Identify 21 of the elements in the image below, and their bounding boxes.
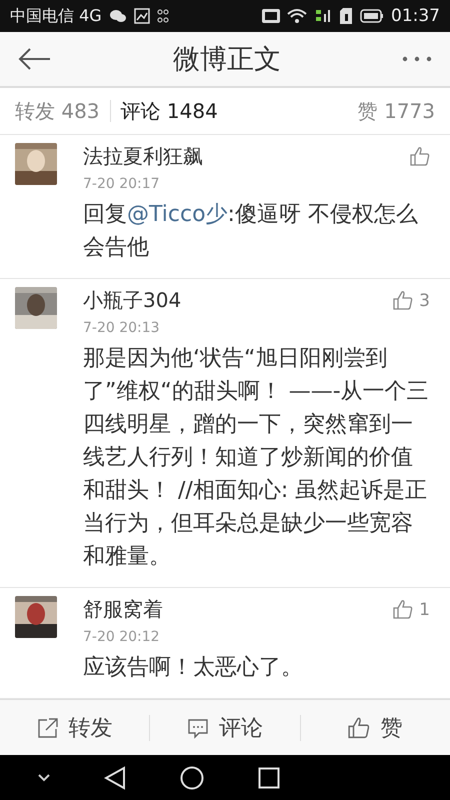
comment-text: 回复@Ticco少:傻逼呀 不侵权怎么会告他 [83,201,419,262]
comment-time: 7-20 20:12 [83,629,161,645]
action-button[interactable]: 赞 [300,700,450,755]
like-button[interactable]: 3 [393,290,430,310]
clock-text: 01:37 [391,6,440,26]
user-name[interactable]: 舒服窝着 [83,596,163,623]
action-button[interactable]: 转发 [0,700,150,755]
comment-time: 7-20 20:17 [83,176,161,192]
comment-text: 应该告啊！太恶心了。 [83,654,304,682]
tab[interactable]: 转发 483 [15,98,100,124]
page-title: 微博正文 [172,43,282,77]
tab[interactable]: 赞 1773 [358,98,435,124]
action-button[interactable]: 评论 [150,700,300,755]
comment-time: 7-20 20:13 [83,320,161,336]
tab[interactable]: 评论 1484 [120,98,218,124]
like-button[interactable]: 1 [393,600,430,620]
user-name[interactable]: 小瓶子304 [83,287,182,314]
carrier-text: 中国电信 4G [10,6,102,26]
comment-text: 那是因为他‘状告“旭日阳刚尝到了”维权“的甜头啊！ ——-从一个三四线明星，蹭的一下，突然窜到一线艺人行列！知道了炒新闻的价值和甜头！ //相面知心: 虽然起诉是正当行为，但耳朵总是缺少一些宽容和雅量。 [83,345,430,571]
user-name[interactable]: 法拉夏利狂飙 [83,143,203,170]
mention-link[interactable]: @Ticco少 [127,202,228,227]
